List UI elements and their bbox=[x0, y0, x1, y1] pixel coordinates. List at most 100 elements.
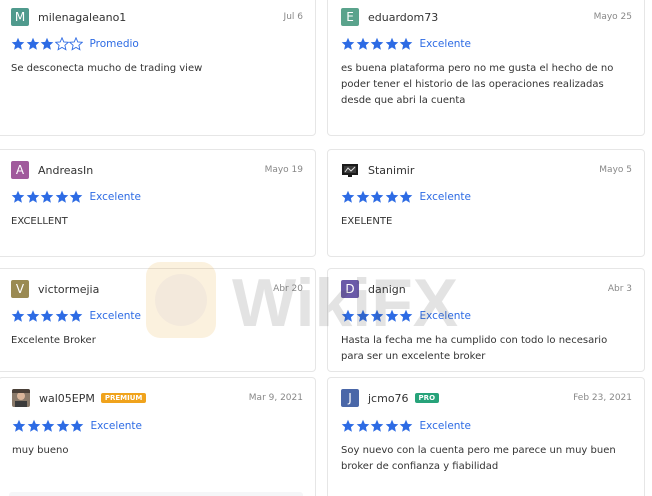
review-card: Stanimir Mayo 5 Excelente EXELENTE bbox=[327, 149, 645, 257]
pro-badge: PRO bbox=[414, 393, 440, 403]
review-date: Mar 9, 2021 bbox=[248, 393, 303, 403]
star-empty-icon bbox=[54, 37, 69, 51]
rating-label: Excelente bbox=[89, 191, 142, 203]
review-text: EXCELLENT bbox=[11, 216, 68, 227]
rating-label: Excelente bbox=[419, 310, 472, 322]
rating-label: Promedio bbox=[89, 38, 139, 50]
star-rating: Excelente bbox=[11, 190, 141, 204]
username[interactable]: eduardom73 bbox=[368, 11, 438, 24]
star-rating: Excelente bbox=[341, 309, 471, 323]
premium-badge: PREMIUM bbox=[100, 393, 147, 403]
star-filled-icon bbox=[27, 419, 40, 432]
avatar[interactable]: J bbox=[341, 389, 359, 407]
user-photo-icon bbox=[12, 389, 30, 407]
star-filled-icon bbox=[55, 309, 68, 322]
star-filled-icon bbox=[70, 419, 84, 432]
reply-box bbox=[9, 492, 303, 496]
review-date: Abr 3 bbox=[607, 284, 632, 294]
star-filled-icon bbox=[385, 37, 398, 50]
star-filled-icon bbox=[356, 190, 369, 203]
star-filled-icon bbox=[341, 190, 355, 203]
star-filled-icon bbox=[399, 419, 413, 432]
avatar[interactable] bbox=[12, 389, 30, 407]
review-card: wal05EPM PREMIUM Mar 9, 2021 Excelente m… bbox=[0, 377, 316, 496]
star-filled-icon bbox=[41, 419, 55, 432]
username[interactable]: milenagaleano1 bbox=[38, 11, 126, 24]
star-filled-icon bbox=[341, 37, 355, 50]
review-text: Excelente Broker bbox=[11, 335, 96, 346]
rating-label: Excelente bbox=[419, 420, 472, 432]
star-filled-icon bbox=[12, 419, 26, 432]
star-filled-icon bbox=[356, 37, 369, 50]
star-filled-icon bbox=[385, 190, 398, 203]
star-filled-icon bbox=[370, 419, 384, 432]
star-filled-icon bbox=[399, 309, 413, 322]
review-card: M milenagaleano1 Jul 6 Promedio Se desco… bbox=[0, 0, 316, 136]
review-text: muy bueno bbox=[12, 445, 69, 456]
username[interactable]: danign bbox=[368, 283, 406, 296]
star-filled-icon bbox=[55, 190, 68, 203]
star-rating: Excelente bbox=[341, 190, 471, 204]
review-card: V victormejia Abr 20 Excelente Excelente… bbox=[0, 268, 316, 372]
username[interactable]: AndreasIn bbox=[38, 164, 93, 177]
review-date: Mayo 25 bbox=[593, 12, 632, 22]
review-date: Feb 23, 2021 bbox=[573, 393, 632, 403]
avatar[interactable]: M bbox=[11, 8, 29, 26]
review-text: Hasta la fecha me ha cumplido con todo l… bbox=[341, 335, 608, 362]
avatar[interactable] bbox=[341, 161, 359, 179]
review-card: A AndreasIn Mayo 19 Excelente EXCELLENT bbox=[0, 149, 316, 257]
review-date: Mayo 5 bbox=[599, 165, 632, 175]
star-filled-icon bbox=[69, 309, 83, 322]
username[interactable]: Stanimir bbox=[368, 164, 414, 177]
star-filled-icon bbox=[11, 37, 25, 50]
review-text: es buena plataforma pero no me gusta el … bbox=[341, 63, 614, 106]
star-rating: Excelente bbox=[11, 309, 141, 323]
star-filled-icon bbox=[370, 309, 384, 322]
star-filled-icon bbox=[40, 309, 54, 322]
star-rating: Excelente bbox=[341, 419, 471, 433]
review-text: Se desconecta mucho de trading view bbox=[11, 63, 203, 74]
review-date: Abr 20 bbox=[273, 284, 303, 294]
star-filled-icon bbox=[399, 37, 413, 50]
star-empty-icon bbox=[69, 37, 83, 51]
star-filled-icon bbox=[26, 190, 39, 203]
star-filled-icon bbox=[40, 190, 54, 203]
star-filled-icon bbox=[26, 37, 39, 50]
star-filled-icon bbox=[69, 190, 83, 203]
review-text: EXELENTE bbox=[341, 216, 393, 227]
star-filled-icon bbox=[356, 309, 369, 322]
avatar[interactable]: E bbox=[341, 8, 359, 26]
username[interactable]: wal05EPM bbox=[39, 392, 95, 405]
star-filled-icon bbox=[341, 309, 355, 322]
avatar[interactable]: D bbox=[341, 280, 359, 298]
avatar[interactable]: V bbox=[11, 280, 29, 298]
username[interactable]: victormejia bbox=[38, 283, 99, 296]
review-date: Mayo 19 bbox=[264, 165, 303, 175]
rating-label: Excelente bbox=[90, 420, 143, 432]
rating-label: Excelente bbox=[89, 310, 142, 322]
star-filled-icon bbox=[356, 419, 369, 432]
star-filled-icon bbox=[11, 309, 25, 322]
star-filled-icon bbox=[40, 37, 54, 50]
star-rating: Excelente bbox=[12, 419, 142, 433]
star-rating: Excelente bbox=[341, 37, 471, 51]
star-filled-icon bbox=[399, 190, 413, 203]
review-card: D danign Abr 3 Excelente Hasta la fecha … bbox=[327, 268, 645, 372]
review-card: J jcmo76 PRO Feb 23, 2021 Excelente Soy … bbox=[327, 377, 645, 496]
star-filled-icon bbox=[385, 419, 398, 432]
rating-label: Excelente bbox=[419, 191, 472, 203]
review-card: E eduardom73 Mayo 25 Excelente es buena … bbox=[327, 0, 645, 136]
username[interactable]: jcmo76 bbox=[368, 392, 409, 405]
rating-label: Excelente bbox=[419, 38, 472, 50]
review-date: Jul 6 bbox=[283, 12, 303, 22]
star-filled-icon bbox=[341, 419, 355, 432]
star-filled-icon bbox=[370, 37, 384, 50]
monitor-icon bbox=[342, 164, 358, 177]
avatar[interactable]: A bbox=[11, 161, 29, 179]
review-text: Soy nuevo con la cuenta pero me parece u… bbox=[341, 445, 616, 472]
star-filled-icon bbox=[56, 419, 69, 432]
star-filled-icon bbox=[11, 190, 25, 203]
star-filled-icon bbox=[26, 309, 39, 322]
star-filled-icon bbox=[370, 190, 384, 203]
star-filled-icon bbox=[385, 309, 398, 322]
